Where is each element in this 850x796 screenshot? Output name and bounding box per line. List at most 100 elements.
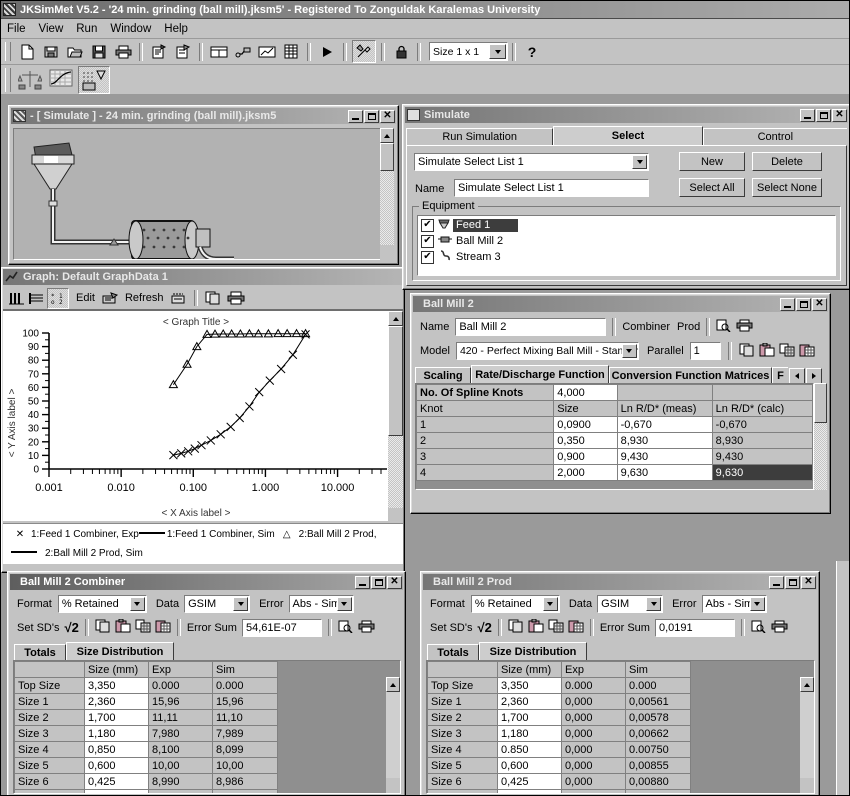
- minimize-button[interactable]: [780, 297, 795, 311]
- cell-row-label[interactable]: Size 1: [427, 693, 498, 710]
- graph-edit-button[interactable]: Edit: [76, 292, 95, 304]
- cell-sim[interactable]: 11,10: [212, 709, 278, 726]
- save-as-icon[interactable]: [40, 41, 62, 62]
- cell-size[interactable]: 0,425: [497, 773, 562, 790]
- tab-rate-discharge-function[interactable]: Rate/Discharge Function: [471, 365, 609, 384]
- prod-table[interactable]: Size (mm) Exp Sim Top Size 3,350 0.000 0.000 Si…: [427, 661, 691, 793]
- new-file-icon[interactable]: [16, 41, 38, 62]
- paste-grid-icon[interactable]: [155, 619, 171, 636]
- table-row[interactable]: Top Size 3,350 0.000 0.000: [427, 677, 691, 694]
- fit-graph-icon[interactable]: [46, 67, 76, 93]
- close-button[interactable]: ✕: [812, 297, 827, 311]
- cell-exp[interactable]: 8,990: [148, 773, 213, 790]
- graph-window-titlebar[interactable]: Graph: Default GraphData 1: [3, 269, 403, 285]
- cell-size[interactable]: 3,350: [497, 677, 562, 694]
- copy-grid-icon[interactable]: [779, 343, 795, 360]
- cell-meas[interactable]: -0,670: [616, 416, 713, 433]
- cell-calc[interactable]: 8,930: [711, 432, 813, 449]
- cell-row-label[interactable]: Size 3: [14, 725, 85, 742]
- cell-meas[interactable]: 8,930: [616, 432, 713, 449]
- paste-icon[interactable]: [759, 342, 775, 360]
- cell-sim[interactable]: 0.000: [625, 677, 691, 694]
- graph-window[interactable]: Graph: Default GraphData 1 * 1 o 2 Edit Ref…: [1, 267, 405, 573]
- spline-table[interactable]: No. Of Spline Knots 4,000 Knot Size Ln R…: [416, 384, 813, 481]
- sqrt2-button[interactable]: √2: [477, 620, 491, 635]
- select-all-button[interactable]: Select All: [679, 178, 745, 197]
- scatter-chart-icon[interactable]: * 1 o 2: [47, 287, 69, 309]
- paste-grid-icon[interactable]: [568, 619, 584, 636]
- copy-grid-icon[interactable]: [135, 619, 151, 636]
- error-combo[interactable]: Abs - Sim: [288, 595, 354, 613]
- lock-icon[interactable]: [390, 41, 412, 62]
- sqrt2-button[interactable]: √2: [64, 620, 78, 635]
- close-button[interactable]: ✕: [832, 108, 847, 122]
- prod-vscrollbar[interactable]: [800, 677, 814, 793]
- simulate-window-titlebar[interactable]: Simulate ✕: [405, 107, 848, 123]
- copy-grid-icon[interactable]: [548, 619, 564, 636]
- format-combo[interactable]: % Retained: [470, 595, 560, 613]
- graph-refresh-button[interactable]: Refresh: [125, 292, 164, 304]
- table-row[interactable]: Size 6 0,425 0,000 0,00880: [427, 773, 691, 790]
- copy-icon[interactable]: [508, 619, 524, 636]
- cell-sim[interactable]: 7,989: [212, 725, 278, 742]
- table-row[interactable]: Size 5 0,600 0,000 0,00855: [427, 757, 691, 774]
- cell-calc[interactable]: -0,670: [711, 416, 813, 433]
- cell-size[interactable]: 0,600: [497, 757, 562, 774]
- print-graph-icon[interactable]: [225, 289, 247, 308]
- cell-row-label[interactable]: Top Size: [14, 677, 85, 694]
- cell-row-label[interactable]: Size 2: [427, 709, 498, 726]
- tab-totals[interactable]: Totals: [427, 644, 479, 661]
- cell-knot[interactable]: 2: [416, 432, 555, 449]
- cell-sim[interactable]: 0,00880: [625, 773, 691, 790]
- cell-row-label[interactable]: Size 5: [427, 757, 498, 774]
- cell-size[interactable]: 0.300: [497, 789, 562, 793]
- tab-size-distribution[interactable]: Size Distribution: [479, 642, 587, 661]
- copy-graph-icon[interactable]: [203, 289, 223, 308]
- minimize-button[interactable]: [355, 575, 370, 589]
- paste-icon[interactable]: [528, 618, 544, 636]
- new-button[interactable]: New: [679, 152, 745, 171]
- cell-calc[interactable]: 9,430: [711, 448, 813, 465]
- error-sum-input[interactable]: 54,61E-07: [241, 618, 322, 637]
- cell-sim[interactable]: 0.00750: [625, 741, 691, 758]
- print-icon[interactable]: [771, 620, 788, 636]
- table-row[interactable]: Size 2 1,700 11,11 11,10: [14, 709, 278, 726]
- cell-size[interactable]: 1,700: [497, 709, 562, 726]
- table-row[interactable]: Top Size 3,350 0.000 0.000: [14, 677, 278, 694]
- table-row[interactable]: Size 70.3006,5706,573: [14, 789, 278, 793]
- cell-exp[interactable]: 0,000: [561, 693, 626, 710]
- scrollbar-track[interactable]: [800, 692, 814, 778]
- cell-knot[interactable]: 3: [416, 448, 555, 465]
- chevron-down-icon[interactable]: [489, 44, 506, 59]
- combiner-table[interactable]: Size (mm) Exp Sim Top Size 3,350 0.000 0.000 Si…: [14, 661, 278, 793]
- cell-row-label[interactable]: Size 2: [14, 709, 85, 726]
- bar-chart-icon[interactable]: [7, 289, 25, 308]
- maximize-button[interactable]: [364, 109, 379, 123]
- scrollbar-thumb[interactable]: [380, 143, 394, 171]
- ball-mill-window-titlebar[interactable]: Ball Mill 2 ✕: [413, 296, 828, 312]
- print-preview-icon[interactable]: [338, 620, 353, 636]
- cell-exp[interactable]: 7,980: [148, 725, 213, 742]
- cell-sim[interactable]: 10,00: [212, 757, 278, 774]
- maximize-button[interactable]: [796, 297, 811, 311]
- maximize-button[interactable]: [816, 108, 831, 122]
- close-button[interactable]: ✕: [380, 109, 395, 123]
- combiner-size-distribution-grid[interactable]: Size (mm) Exp Sim Top Size 3,350 0.000 0.000 Si…: [13, 660, 401, 794]
- cell-knot[interactable]: 4: [416, 464, 555, 481]
- list-item[interactable]: ✔ Stream 3: [418, 250, 835, 264]
- menu-item-window[interactable]: Window: [110, 23, 151, 35]
- graph-vscrollbar[interactable]: [388, 311, 403, 523]
- cell-sim[interactable]: 8,986: [212, 773, 278, 790]
- maximize-button[interactable]: [371, 575, 386, 589]
- table-row[interactable]: Size 3 1,180 0,000 0,00662: [427, 725, 691, 742]
- flowsheet-vscrollbar[interactable]: [380, 128, 394, 260]
- cell-size[interactable]: 1,180: [84, 725, 149, 742]
- rate-discharge-grid[interactable]: No. Of Spline Knots 4,000 Knot Size Ln R…: [415, 383, 814, 490]
- tab-conversion-function-matrices[interactable]: Conversion Function Matrices: [609, 367, 772, 384]
- cell-exp[interactable]: 0,000: [561, 757, 626, 774]
- tab-run-simulation[interactable]: Run Simulation: [406, 128, 554, 145]
- cell-exp[interactable]: 8,100: [148, 741, 213, 758]
- error-sum-input[interactable]: 0,0191: [654, 618, 735, 637]
- data-combo[interactable]: GSIM: [184, 595, 251, 613]
- scrollbar-track[interactable]: [814, 383, 827, 490]
